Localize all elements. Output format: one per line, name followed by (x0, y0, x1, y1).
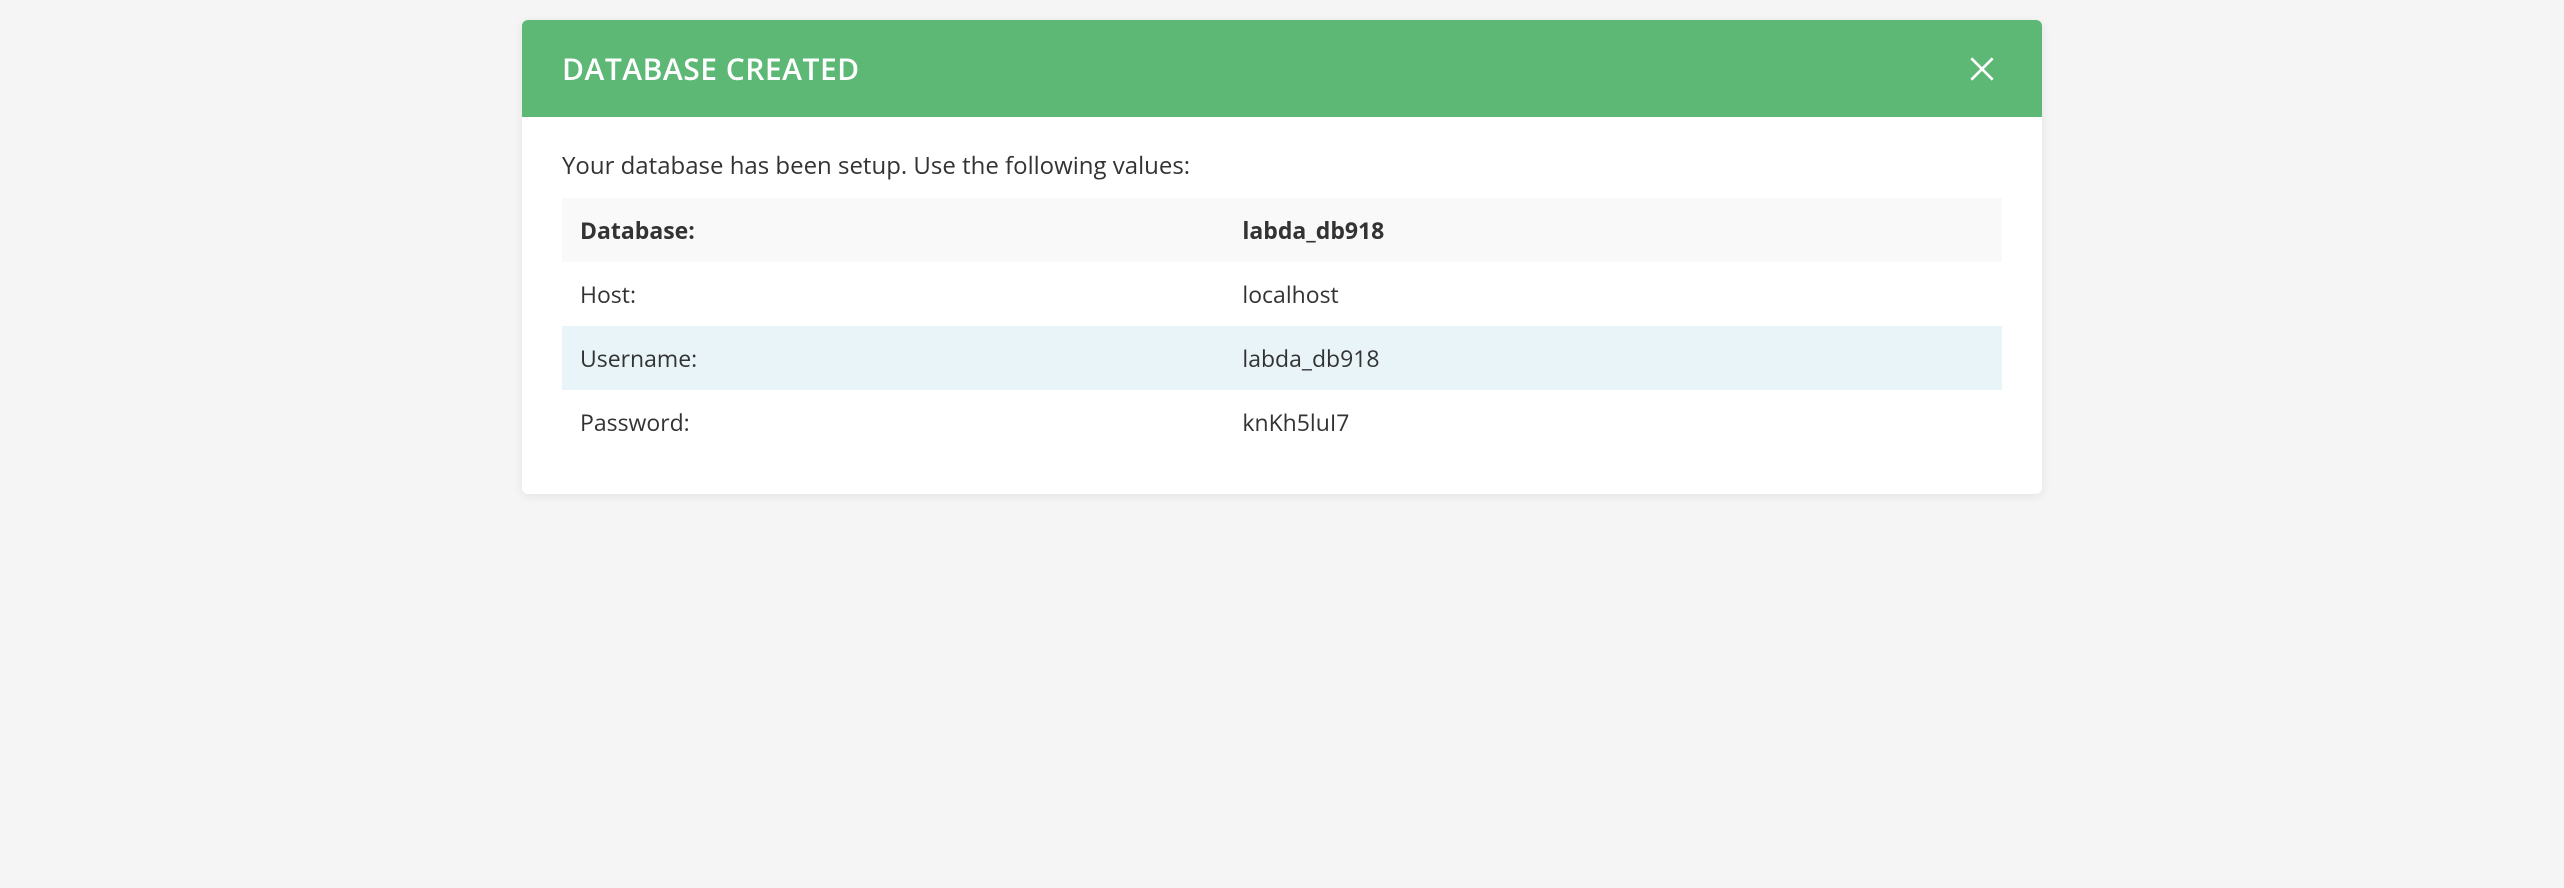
database-created-modal: DATABASE CREATED Your database has been … (522, 20, 2042, 494)
modal-header: DATABASE CREATED (522, 20, 2042, 117)
modal-title: DATABASE CREATED (562, 48, 860, 89)
host-label: Host: (562, 262, 1224, 326)
close-button[interactable] (1962, 49, 2002, 89)
database-value: labda_db918 (1224, 198, 2002, 262)
host-value: localhost (1224, 262, 2002, 326)
info-table: Database: labda_db918 Host: localhost Us… (562, 198, 2002, 454)
password-value: knKh5luI7 (1224, 390, 2002, 454)
username-label: Username: (562, 326, 1224, 390)
username-value: labda_db918 (1224, 326, 2002, 390)
table-row: Username: labda_db918 (562, 326, 2002, 390)
modal-body: Your database has been setup. Use the fo… (522, 117, 2042, 494)
password-label: Password: (562, 390, 1224, 454)
table-row: Host: localhost (562, 262, 2002, 326)
table-row: Password: knKh5luI7 (562, 390, 2002, 454)
database-label: Database: (562, 198, 1224, 262)
table-row: Database: labda_db918 (562, 198, 2002, 262)
close-icon (1966, 53, 1998, 85)
intro-text: Your database has been setup. Use the fo… (562, 149, 2002, 182)
